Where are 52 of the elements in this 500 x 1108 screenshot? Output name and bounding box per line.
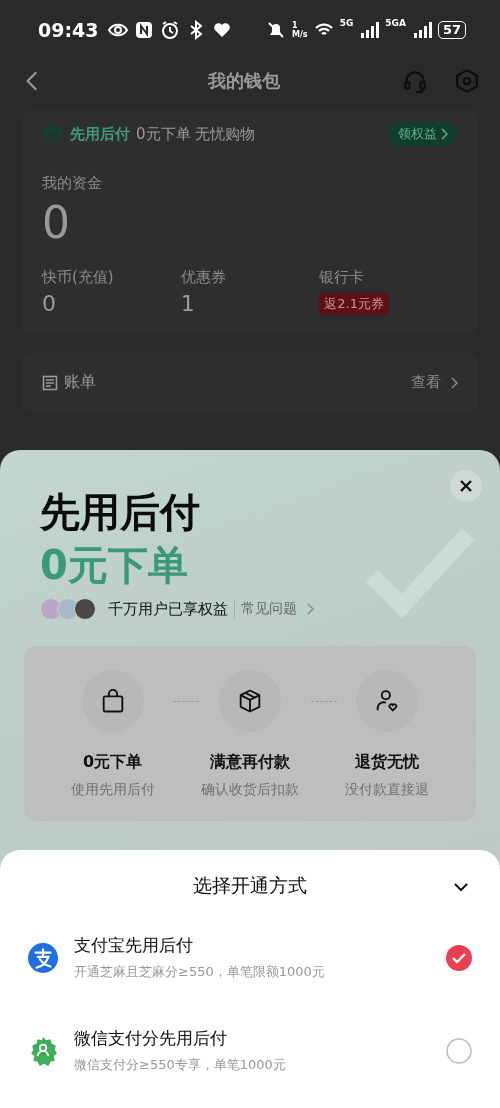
page-title: 我的钱包 bbox=[206, 69, 281, 93]
sheet-title: 先用后付 bbox=[40, 488, 201, 537]
chevron-right-icon bbox=[440, 128, 448, 140]
option-description: 开通芝麻且芝麻分≥550，单笔限额1000元 bbox=[74, 963, 326, 981]
network-speed: 1 M/s bbox=[291, 21, 308, 39]
signal-icon bbox=[411, 20, 432, 40]
close-button[interactable] bbox=[450, 470, 482, 502]
feature-subtitle: 没付款直接退 bbox=[345, 781, 430, 799]
funds-label: 我的资金 bbox=[42, 174, 103, 193]
alarm-icon bbox=[160, 20, 181, 40]
bell-muted-icon bbox=[265, 20, 286, 40]
chevron-right-icon bbox=[450, 376, 458, 389]
radio-icon[interactable] bbox=[446, 1037, 472, 1064]
heart-icon bbox=[212, 20, 233, 40]
feature-subtitle: 使用先用后付 bbox=[70, 781, 155, 799]
faq-link[interactable]: 常见问题 bbox=[234, 600, 297, 618]
status-time: 09:43 bbox=[38, 19, 99, 41]
network-type: 5G bbox=[339, 18, 354, 28]
network-type: 5GA bbox=[385, 18, 406, 28]
feature-title: 满意再付款 bbox=[210, 752, 290, 773]
promo-text: 0元下单 无忧购物 bbox=[136, 124, 257, 144]
badge-check-icon bbox=[42, 123, 64, 145]
stat-value: 1 bbox=[180, 291, 196, 316]
option-description: 微信支付分≥550专享，单笔1000元 bbox=[74, 1056, 287, 1074]
avatar-group bbox=[40, 598, 96, 620]
feature-title: 退货无忧 bbox=[355, 752, 420, 773]
stat-label: 快币(充值) bbox=[42, 268, 115, 287]
feature-subtitle: 确认收货后扣款 bbox=[201, 781, 299, 799]
users-text: 千万用户已享权益 bbox=[108, 599, 228, 619]
stat-label: 银行卡 bbox=[319, 268, 366, 287]
battery-level: 57 bbox=[437, 21, 466, 39]
sheet-headline: 0元下单 bbox=[40, 541, 189, 590]
stat-value: 0 bbox=[42, 291, 57, 316]
signal-icon bbox=[359, 20, 380, 40]
funds-value: 0 bbox=[42, 197, 71, 248]
option-name: 微信支付分先用后付 bbox=[74, 1027, 228, 1050]
view-link[interactable]: 查看 bbox=[411, 373, 441, 392]
chevron-right-icon bbox=[306, 603, 314, 615]
panel-title: 选择开通方式 bbox=[193, 873, 307, 898]
stat-label: 优惠券 bbox=[180, 268, 227, 287]
cashback-tag: 返2.1元券 bbox=[319, 293, 389, 315]
bill-row[interactable]: 账单 查看 bbox=[22, 352, 478, 413]
nfc-icon bbox=[134, 20, 155, 40]
radio-checked-icon[interactable] bbox=[446, 944, 472, 971]
claim-benefits-button[interactable]: 领权益 bbox=[388, 122, 458, 146]
feature-title: 0元下单 bbox=[83, 752, 143, 773]
bill-label: 账单 bbox=[64, 372, 97, 393]
promo-label: 先用后付 bbox=[70, 124, 130, 144]
alipay-logo-icon bbox=[28, 942, 58, 973]
option-name: 支付宝先用后付 bbox=[74, 934, 194, 957]
bill-icon bbox=[42, 374, 58, 391]
close-icon bbox=[459, 479, 473, 493]
